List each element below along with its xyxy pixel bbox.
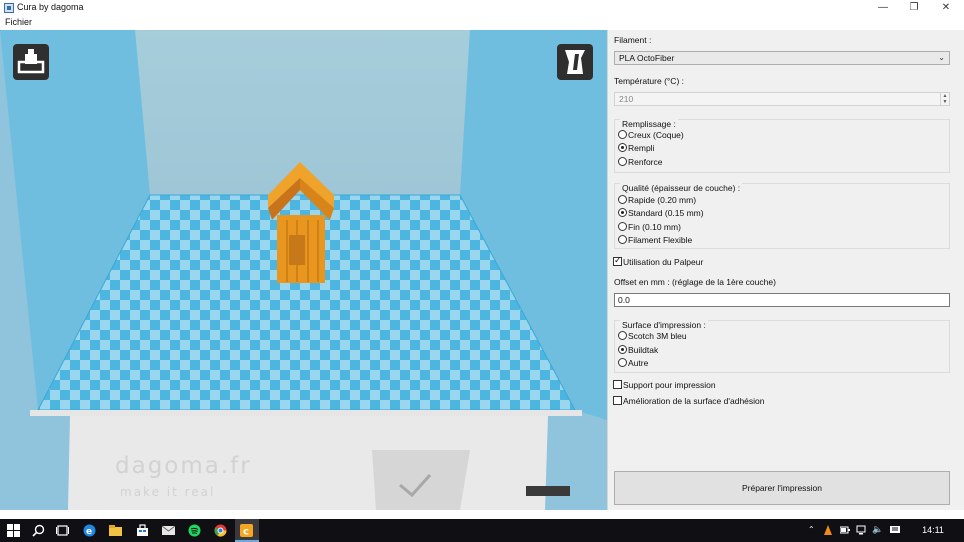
probe-checkbox-row[interactable]: Utilisation du Palpeur — [613, 255, 703, 268]
radio-icon[interactable] — [618, 331, 627, 341]
vlc-icon[interactable] — [823, 525, 833, 535]
quality-option[interactable]: Filament Flexible — [618, 234, 692, 246]
prepare-print-button[interactable]: Préparer l'impression — [614, 471, 950, 505]
surface-title: Surface d'impression : — [620, 320, 708, 330]
offset-label: Offset en mm : (réglage de la 1ère couch… — [614, 277, 776, 287]
temperature-label: Température (°C) : — [614, 76, 685, 86]
svg-text:c: c — [243, 527, 249, 538]
temperature-spinbox[interactable]: 210 ▲ ▼ — [614, 92, 950, 106]
radio-selected-icon[interactable] — [618, 208, 627, 218]
windows-start-icon[interactable] — [7, 524, 20, 537]
surface-group: Surface d'impression : Scotch 3M bleu Bu… — [614, 320, 950, 373]
taskbar: e c ⌃ 🔈 14:11 — [0, 519, 964, 542]
app-icon — [4, 3, 14, 13]
volume-mute-icon[interactable]: 🔈 — [872, 524, 883, 534]
radio-icon[interactable] — [618, 157, 627, 167]
notification-icon[interactable] — [890, 525, 900, 535]
settings-panel: Filament : PLA OctoFiber ⌄ Température (… — [607, 30, 964, 510]
infill-option[interactable]: Rempli — [618, 142, 654, 154]
printer-brand-text: dagoma.fr — [115, 453, 252, 479]
menu-fichier[interactable]: Fichier — [5, 17, 32, 27]
chevron-down-icon: ⌄ — [938, 53, 945, 62]
spin-arrows-icon[interactable]: ▲ ▼ — [940, 93, 949, 105]
infill-option[interactable]: Creux (Coque) — [618, 129, 684, 141]
infill-option[interactable]: Renforce — [618, 156, 663, 168]
store-icon[interactable] — [136, 524, 149, 537]
adhesion-checkbox[interactable] — [613, 396, 622, 406]
load-model-icon — [17, 49, 45, 74]
cura-taskbar-button[interactable]: c — [235, 519, 259, 542]
support-checkbox[interactable] — [613, 380, 622, 390]
radio-selected-icon[interactable] — [618, 143, 627, 153]
title-bar: Cura by dagoma — ❐ ✕ — [0, 0, 964, 16]
clock[interactable]: 14:11 — [916, 525, 950, 535]
cura-icon: c — [240, 524, 253, 537]
quality-option[interactable]: Fin (0.10 mm) — [618, 221, 681, 233]
infill-group: Remplissage : Creux (Coque) Rempli Renfo… — [614, 119, 950, 173]
filament-value: PLA OctoFiber — [619, 53, 675, 63]
menu-bar: Fichier — [0, 16, 964, 30]
filament-select[interactable]: PLA OctoFiber ⌄ — [614, 51, 950, 65]
radio-icon[interactable] — [618, 195, 627, 205]
filament-label: Filament : — [614, 35, 652, 45]
window-title: Cura by dagoma — [17, 2, 84, 12]
file-explorer-icon[interactable] — [109, 524, 122, 537]
edge-icon[interactable]: e — [83, 524, 96, 537]
temperature-value: 210 — [619, 94, 634, 104]
minimize-icon[interactable]: — — [867, 0, 899, 16]
task-view-icon[interactable] — [56, 524, 69, 537]
close-icon[interactable]: ✕ — [930, 0, 962, 16]
radio-icon[interactable] — [618, 222, 627, 232]
adhesion-checkbox-row[interactable]: Amélioration de la surface d'adhésion — [613, 395, 765, 407]
network-icon[interactable] — [856, 525, 866, 535]
view-mode-button[interactable] — [557, 44, 593, 80]
radio-selected-icon[interactable] — [618, 345, 627, 355]
3d-viewport[interactable]: dagoma.fr make it real — [0, 30, 607, 510]
surface-option[interactable]: Buildtak — [618, 344, 658, 356]
surface-option[interactable]: Autre — [618, 357, 648, 369]
probe-checkbox[interactable] — [613, 255, 622, 267]
progress-indicator — [526, 486, 570, 496]
quality-option[interactable]: Rapide (0.20 mm) — [618, 194, 696, 206]
radio-icon[interactable] — [618, 358, 627, 368]
quality-option[interactable]: Standard (0.15 mm) — [618, 207, 704, 219]
chrome-icon[interactable] — [214, 524, 227, 537]
mail-icon[interactable] — [162, 524, 175, 537]
battery-icon[interactable] — [840, 525, 850, 535]
restore-icon[interactable]: ❐ — [898, 0, 930, 16]
load-model-button[interactable] — [13, 44, 49, 80]
spotify-icon[interactable] — [188, 524, 201, 537]
quality-group: Qualité (épaisseur de couche) : Rapide (… — [614, 183, 950, 249]
chevron-up-icon[interactable]: ⌃ — [808, 525, 818, 535]
svg-text:e: e — [86, 527, 92, 537]
printer-slogan-text: make it real — [120, 485, 216, 499]
support-checkbox-row[interactable]: Support pour impression — [613, 379, 716, 391]
offset-input[interactable]: 0.0 — [614, 293, 950, 307]
quality-title: Qualité (épaisseur de couche) : — [620, 183, 743, 193]
search-icon[interactable] — [32, 524, 45, 537]
scene-canvas — [0, 30, 607, 510]
radio-icon[interactable] — [618, 235, 627, 245]
radio-icon[interactable] — [618, 130, 627, 140]
view-mode-icon — [565, 50, 585, 74]
infill-title: Remplissage : — [620, 119, 678, 129]
surface-option[interactable]: Scotch 3M bleu — [618, 330, 687, 342]
